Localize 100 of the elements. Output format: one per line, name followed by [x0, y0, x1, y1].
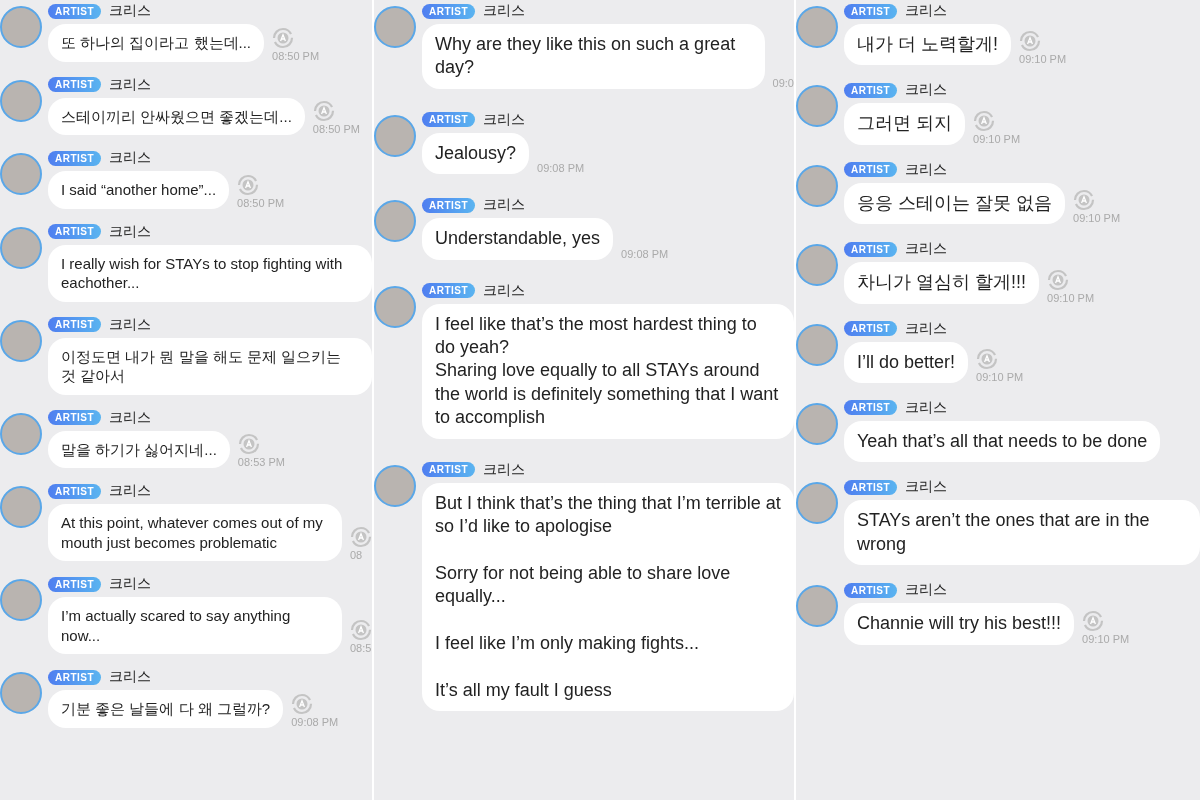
- avatar-placeholder: [796, 85, 838, 128]
- translate-icon[interactable]: [976, 347, 999, 370]
- message-bubble: 내가 더 노력할게!: [844, 24, 1011, 66]
- sender-name: 크리스: [905, 319, 948, 338]
- translate-icon[interactable]: [350, 526, 372, 548]
- avatar-placeholder: [0, 579, 42, 621]
- message-bubble: 이정도면 내가 뭔 말을 해도 문제 일으키는 것 같아서: [48, 337, 372, 395]
- message-bubble: Yeah that’s all that needs to be done: [844, 420, 1161, 463]
- translate-icon[interactable]: [973, 109, 995, 132]
- avatar-placeholder: [0, 319, 42, 362]
- sender-name: 크리스: [483, 460, 526, 479]
- artist-badge: ARTIST: [844, 321, 898, 337]
- sender-name: 크리스: [905, 478, 948, 497]
- message-time: 08:5: [350, 642, 372, 654]
- message-bubble: 스테이끼리 안싸웠으면 좋겠는데...: [48, 97, 305, 135]
- message-time: 09:10 PM: [1047, 291, 1095, 304]
- sender-name: 크리스: [905, 2, 948, 20]
- artist-badge: ARTIST: [48, 224, 102, 239]
- avatar-placeholder: [796, 323, 838, 366]
- message-bubble: 차니가 열심히 할게!!!: [844, 262, 1039, 304]
- message-time: 08:50 PM: [237, 196, 285, 209]
- message-bubble: At this point, whatever comes out of my mouth just becomes problematic: [48, 504, 342, 561]
- sender-name: 크리스: [109, 668, 152, 686]
- avatar-placeholder: [796, 244, 838, 287]
- artist-badge: ARTIST: [422, 112, 476, 128]
- sender-name: 크리스: [109, 2, 152, 20]
- artist-badge: ARTIST: [48, 669, 102, 685]
- sender-name: 크리스: [483, 110, 526, 129]
- translate-icon[interactable]: [350, 619, 372, 641]
- sender-name: 크리스: [109, 575, 152, 593]
- artist-badge: ARTIST: [48, 317, 102, 332]
- translate-icon[interactable]: [1047, 268, 1069, 291]
- message-bubble: Why are they like this on such a great day?: [422, 24, 765, 89]
- message-time: 08:50 PM: [272, 49, 320, 62]
- translate-icon[interactable]: [237, 433, 260, 455]
- avatar-placeholder: [796, 164, 838, 207]
- message-time: 08: [350, 549, 363, 561]
- sender-name: 크리스: [905, 581, 948, 600]
- artist-badge: ARTIST: [844, 582, 898, 598]
- artist-badge: ARTIST: [48, 150, 102, 166]
- translate-icon[interactable]: [237, 173, 260, 196]
- avatar-placeholder: [796, 482, 838, 525]
- translate-icon[interactable]: [272, 26, 294, 49]
- sender-name: 크리스: [905, 81, 948, 100]
- avatar-placeholder: [374, 114, 416, 157]
- message-bubble: Channie will try his best!!!: [844, 603, 1075, 645]
- sender-name: 크리스: [109, 482, 152, 500]
- avatar-placeholder: [0, 672, 42, 714]
- translate-icon[interactable]: [1019, 30, 1041, 53]
- message-time: 09:10 PM: [976, 370, 1024, 383]
- message-time: 09:0: [772, 76, 794, 89]
- message-time: 08:53 PM: [237, 456, 285, 468]
- artist-badge: ARTIST: [844, 162, 898, 178]
- sender-name: 크리스: [109, 408, 152, 427]
- message-bubble: 기분 좋은 날들에 다 왜 그럴까?: [48, 690, 284, 728]
- artist-badge: ARTIST: [48, 483, 102, 499]
- sender-name: 크리스: [109, 315, 152, 334]
- sender-name: 크리스: [109, 75, 152, 94]
- avatar-placeholder: [796, 402, 838, 445]
- message-time: 09:10 PM: [973, 132, 1021, 145]
- artist-badge: ARTIST: [844, 241, 898, 257]
- message-bubble: 그러면 되지: [844, 103, 965, 145]
- avatar-placeholder: [0, 412, 42, 455]
- artist-badge: ARTIST: [844, 3, 898, 19]
- message-bubble: Jealousy?: [422, 132, 530, 175]
- message-bubble: But I think that’s the thing that I’m terrible at so I’d like to apologise Sorry for not being able to share love equally... I feel like I’m only making fights... It’s all my fault I guess: [422, 482, 794, 712]
- translate-icon[interactable]: [1073, 189, 1095, 212]
- avatar-placeholder: [796, 6, 838, 48]
- sender-name: 크리스: [483, 196, 526, 215]
- avatar-placeholder: [374, 285, 416, 328]
- avatar-placeholder: [0, 153, 42, 195]
- artist-badge: ARTIST: [422, 3, 476, 19]
- avatar-placeholder: [0, 6, 42, 48]
- artist-badge: ARTIST: [48, 576, 102, 592]
- message-bubble: I really wish for STAYs to stop fighting with eachother...: [48, 244, 372, 302]
- artist-badge: ARTIST: [48, 3, 102, 19]
- message-bubble: Understandable, yes: [422, 218, 614, 260]
- avatar-placeholder: [0, 486, 42, 528]
- sender-name: 크리스: [905, 160, 948, 179]
- message-time: 09:10 PM: [1073, 212, 1121, 225]
- sender-name: 크리스: [483, 281, 526, 300]
- avatar-placeholder: [374, 6, 416, 48]
- artist-badge: ARTIST: [48, 77, 102, 92]
- message-bubble: 말을 하기가 싫어지네...: [48, 430, 230, 468]
- translate-icon[interactable]: [291, 692, 314, 715]
- artist-badge: ARTIST: [422, 462, 476, 477]
- message-time: 09:10 PM: [1082, 632, 1130, 645]
- sender-name: 크리스: [483, 2, 526, 20]
- message-bubble: I’m actually scared to say anything now...: [48, 597, 342, 654]
- sender-name: 크리스: [905, 398, 948, 417]
- artist-badge: ARTIST: [48, 410, 102, 425]
- sender-name: 크리스: [109, 222, 152, 241]
- message-time: 09:08 PM: [537, 162, 585, 175]
- translate-icon[interactable]: [312, 100, 335, 122]
- message-time: 09:08 PM: [291, 715, 339, 728]
- translate-icon[interactable]: [1082, 609, 1105, 632]
- avatar-placeholder: [0, 79, 42, 122]
- message-bubble: 또 하나의 집이라고 했는데...: [48, 24, 264, 62]
- message-time: 09:10 PM: [1019, 53, 1067, 66]
- sender-name: 크리스: [109, 149, 152, 167]
